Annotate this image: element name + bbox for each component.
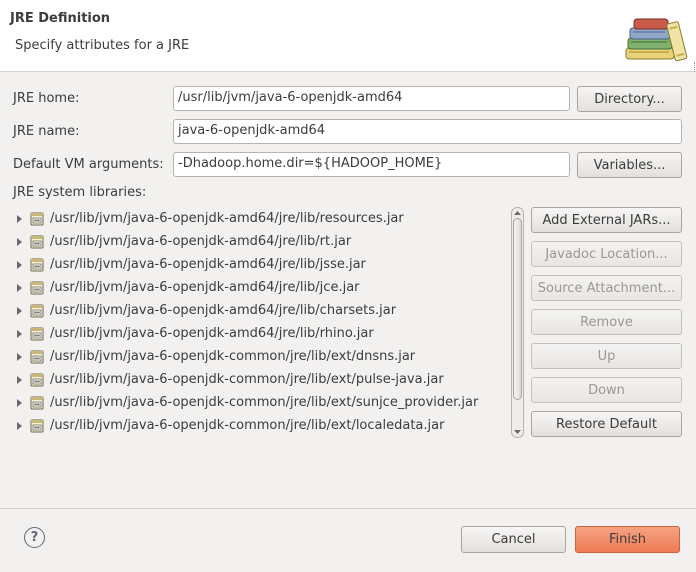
jar-file-icon (30, 396, 44, 409)
finish-button[interactable]: Finish (575, 526, 680, 553)
jar-file-icon (30, 281, 44, 294)
libraries-label: JRE system libraries: (13, 185, 147, 200)
add-external-jars-button[interactable]: Add External JARs... (531, 207, 682, 233)
expand-arrow-icon[interactable] (17, 214, 22, 223)
jar-file-icon (30, 258, 44, 271)
expand-arrow-icon[interactable] (17, 398, 22, 407)
library-row[interactable]: /usr/lib/jvm/java-6-openjdk-common/jre/l… (13, 414, 509, 437)
library-scrollbar[interactable] (511, 207, 524, 438)
expand-arrow-icon[interactable] (17, 260, 22, 269)
scrollbar-thumb[interactable] (513, 218, 522, 400)
help-icon[interactable]: ? (24, 527, 45, 548)
library-path: /usr/lib/jvm/java-6-openjdk-common/jre/l… (50, 395, 479, 410)
library-path: /usr/lib/jvm/java-6-openjdk-amd64/jre/li… (50, 303, 397, 318)
down-button[interactable]: Down (531, 377, 682, 403)
library-path: /usr/lib/jvm/java-6-openjdk-common/jre/l… (50, 349, 416, 364)
library-tree[interactable]: /usr/lib/jvm/java-6-openjdk-amd64/jre/li… (13, 207, 525, 439)
library-row[interactable]: /usr/lib/jvm/java-6-openjdk-common/jre/l… (13, 391, 509, 414)
jre-name-label: JRE name: (13, 124, 80, 139)
library-path: /usr/lib/jvm/java-6-openjdk-common/jre/l… (50, 372, 444, 387)
jar-file-icon (30, 304, 44, 317)
library-row[interactable]: /usr/lib/jvm/java-6-openjdk-amd64/jre/li… (13, 207, 509, 230)
jar-file-icon (30, 373, 44, 386)
library-row[interactable]: /usr/lib/jvm/java-6-openjdk-amd64/jre/li… (13, 276, 509, 299)
library-path: /usr/lib/jvm/java-6-openjdk-amd64/jre/li… (50, 280, 360, 295)
library-path: /usr/lib/jvm/java-6-openjdk-amd64/jre/li… (50, 234, 352, 249)
directory-button[interactable]: Directory... (577, 86, 682, 112)
library-path: /usr/lib/jvm/java-6-openjdk-common/jre/l… (50, 418, 445, 433)
jar-file-icon (30, 235, 44, 248)
library-row[interactable]: /usr/lib/jvm/java-6-openjdk-common/jre/l… (13, 368, 509, 391)
dialog-title: JRE Definition (10, 11, 111, 26)
jar-file-icon (30, 419, 44, 432)
jre-home-label: JRE home: (13, 91, 80, 106)
up-button[interactable]: Up (531, 343, 682, 369)
footer-separator (0, 508, 696, 509)
library-row[interactable]: /usr/lib/jvm/java-6-openjdk-amd64/jre/li… (13, 253, 509, 276)
scroll-up-icon[interactable] (514, 210, 521, 216)
library-row[interactable]: /usr/lib/jvm/java-6-openjdk-amd64/jre/li… (13, 230, 509, 253)
jar-file-icon (30, 350, 44, 363)
cancel-button[interactable]: Cancel (461, 526, 566, 553)
expand-arrow-icon[interactable] (17, 421, 22, 430)
vm-args-label: Default VM arguments: (13, 157, 164, 172)
expand-arrow-icon[interactable] (17, 237, 22, 246)
resize-grip (692, 62, 695, 72)
vm-args-input[interactable]: -Dhadoop.home.dir=${HADOOP_HOME} (173, 152, 570, 177)
library-row[interactable]: /usr/lib/jvm/java-6-openjdk-amd64/jre/li… (13, 299, 509, 322)
jre-home-input[interactable]: /usr/lib/jvm/java-6-openjdk-amd64 (173, 86, 570, 111)
source-attachment-button[interactable]: Source Attachment... (531, 275, 682, 301)
expand-arrow-icon[interactable] (17, 329, 22, 338)
library-path: /usr/lib/jvm/java-6-openjdk-amd64/jre/li… (50, 211, 404, 226)
library-books-icon (625, 18, 688, 62)
library-path: /usr/lib/jvm/java-6-openjdk-amd64/jre/li… (50, 326, 374, 341)
expand-arrow-icon[interactable] (17, 283, 22, 292)
jre-name-input[interactable]: java-6-openjdk-amd64 (173, 119, 682, 144)
jar-file-icon (30, 327, 44, 340)
library-row[interactable]: /usr/lib/jvm/java-6-openjdk-amd64/jre/li… (13, 322, 509, 345)
library-path: /usr/lib/jvm/java-6-openjdk-amd64/jre/li… (50, 257, 366, 272)
dialog-header: JRE Definition Specify attributes for a … (0, 0, 696, 72)
variables-button[interactable]: Variables... (577, 152, 682, 178)
restore-default-button[interactable]: Restore Default (531, 411, 682, 437)
jar-file-icon (30, 212, 44, 225)
expand-arrow-icon[interactable] (17, 352, 22, 361)
expand-arrow-icon[interactable] (17, 375, 22, 384)
scroll-down-icon[interactable] (514, 429, 521, 435)
dialog-subtitle: Specify attributes for a JRE (15, 38, 190, 53)
javadoc-location-button[interactable]: Javadoc Location... (531, 241, 682, 267)
remove-button[interactable]: Remove (531, 309, 682, 335)
library-row[interactable]: /usr/lib/jvm/java-6-openjdk-common/jre/l… (13, 345, 509, 368)
expand-arrow-icon[interactable] (17, 306, 22, 315)
